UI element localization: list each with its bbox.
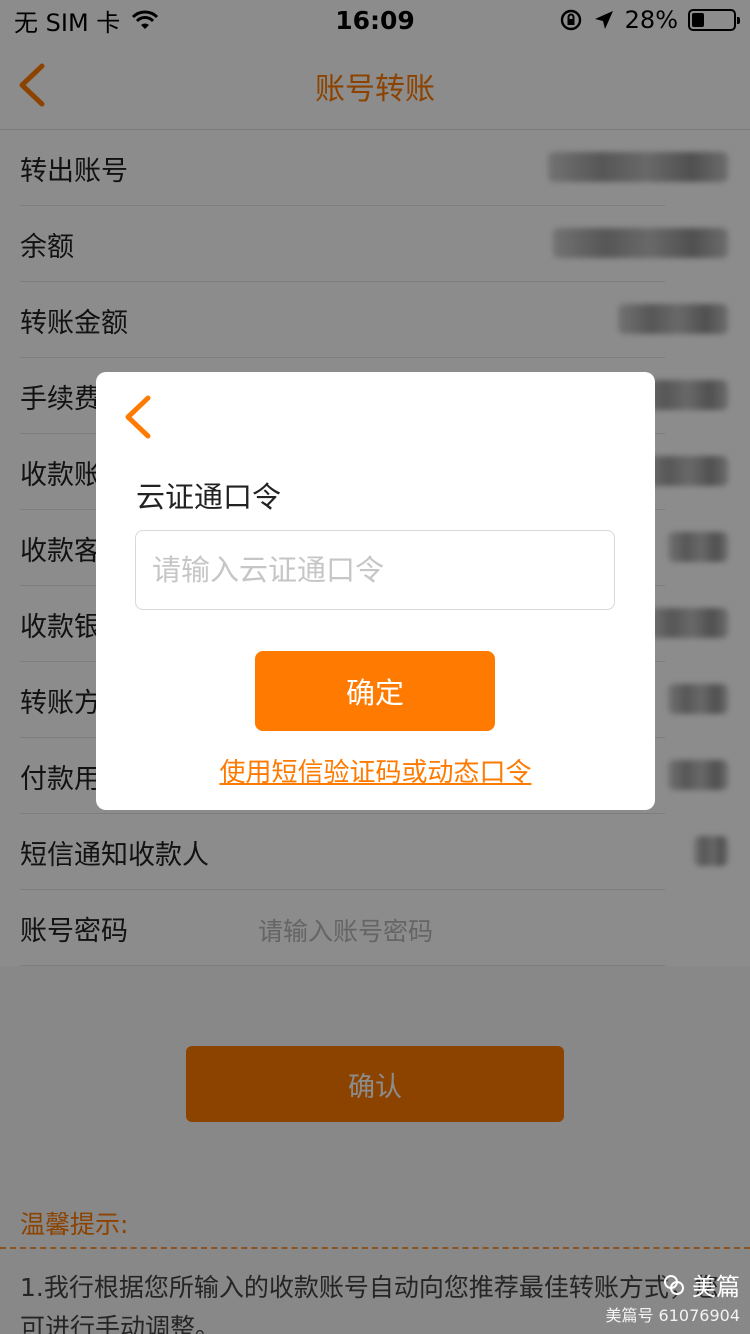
- screen: 无 SIM 卡 16:09 28% 账号转账 转出账号 余额 转账金额 手续费 …: [0, 0, 750, 1334]
- password-dialog: 云证通口令 确定 使用短信验证码或动态口令: [96, 372, 655, 810]
- dialog-title: 云证通口令: [136, 480, 282, 514]
- dialog-ok-button[interactable]: 确定: [255, 651, 495, 731]
- watermark-brand: 美篇: [692, 1273, 740, 1301]
- dialog-back-icon[interactable]: [122, 394, 156, 440]
- token-password-input[interactable]: [135, 530, 615, 610]
- watermark: 美篇 美篇号 61076904: [605, 1267, 740, 1326]
- sms-or-dynamic-code-link[interactable]: 使用短信验证码或动态口令: [96, 752, 655, 789]
- watermark-id: 美篇号 61076904: [605, 1306, 740, 1325]
- watermark-logo-icon: [664, 1274, 684, 1295]
